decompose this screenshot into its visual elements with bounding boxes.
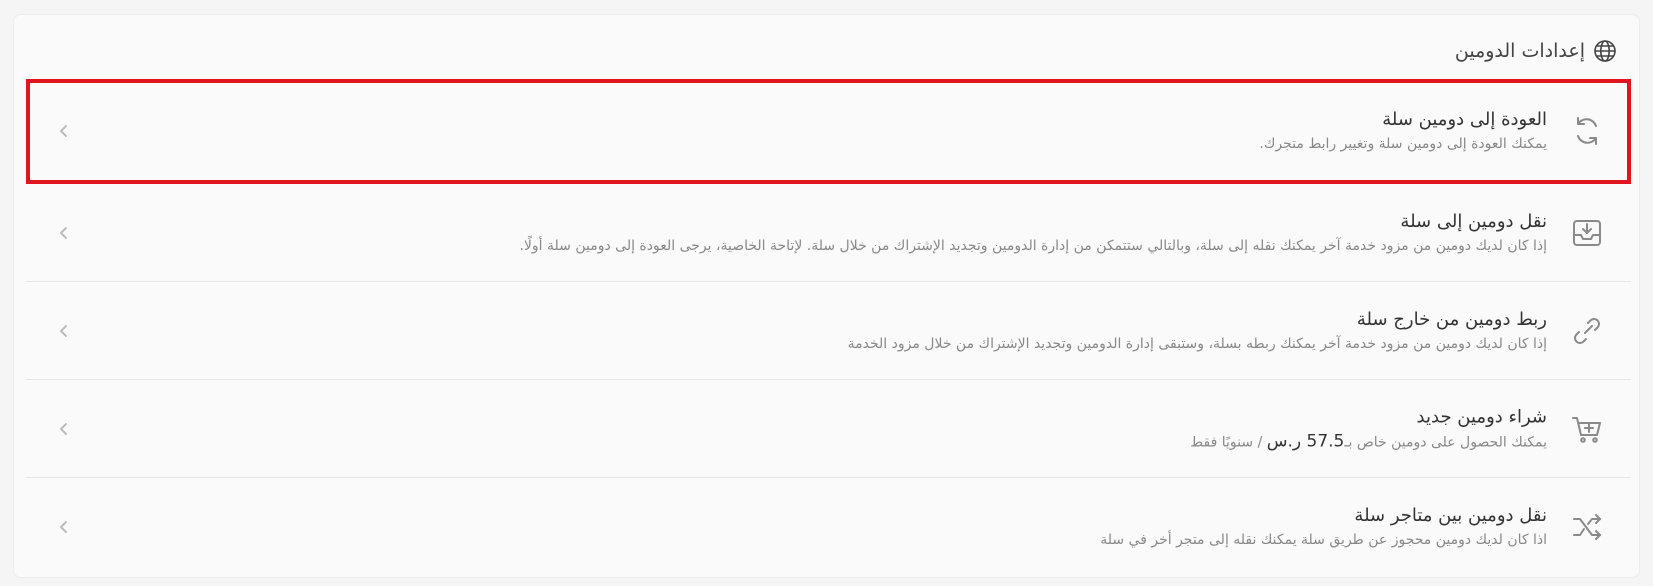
chevron-left-icon xyxy=(56,421,72,437)
option-text: نقل دومين بين متاجر سلة اذا كان لديك دوم… xyxy=(1100,503,1547,551)
price-prefix: يمكنك الحصول على دومين خاص بـ xyxy=(1344,434,1547,450)
card-header: إعدادات الدومين xyxy=(1455,37,1617,65)
option-title: شراء دومين جديد xyxy=(1416,406,1547,427)
chevron-left-icon xyxy=(56,519,72,535)
domain-options-list: العودة إلى دومين سلة يمكنك العودة إلى دو… xyxy=(26,79,1631,576)
option-description: يمكنك العودة إلى دومين سلة وتغيير رابط م… xyxy=(1259,136,1547,152)
chevron-left-icon xyxy=(56,323,72,339)
option-title: نقل دومين إلى سلة xyxy=(1400,210,1547,232)
option-description: اذا كان لديك دومين محجوز عن طريق سلة يمك… xyxy=(1100,532,1547,548)
option-return-to-salla-domain[interactable]: العودة إلى دومين سلة يمكنك العودة إلى دو… xyxy=(26,79,1631,184)
option-text: ربط دومين من خارج سلة إذا كان لديك دومين… xyxy=(848,307,1547,355)
cart-plus-icon xyxy=(1569,411,1605,447)
page-title: إعدادات الدومين xyxy=(1454,40,1585,62)
shuffle-icon xyxy=(1569,509,1605,545)
option-description: يمكنك الحصول على دومين خاص بـ57.5 ر.س / … xyxy=(1190,430,1547,453)
option-title: نقل دومين بين متاجر سلة xyxy=(1354,505,1547,526)
option-text: العودة إلى دومين سلة يمكنك العودة إلى دو… xyxy=(1259,107,1547,155)
option-text: نقل دومين إلى سلة إذا كان لديك دومين من … xyxy=(519,209,1547,257)
price-suffix: / سنويًا فقط xyxy=(1190,434,1267,450)
option-connect-external-domain[interactable]: ربط دومين من خارج سلة إذا كان لديك دومين… xyxy=(26,282,1631,380)
refresh-icon xyxy=(1569,113,1605,149)
option-description: إذا كان لديك دومين من مزود خدمة آخر يمكن… xyxy=(847,335,1547,352)
globe-icon xyxy=(1593,39,1617,63)
option-text: شراء دومين جديد يمكنك الحصول على دومين خ… xyxy=(1190,404,1547,453)
option-title: العودة إلى دومين سلة xyxy=(1382,109,1547,130)
link-icon xyxy=(1569,313,1605,349)
option-transfer-between-stores[interactable]: نقل دومين بين متاجر سلة اذا كان لديك دوم… xyxy=(26,478,1631,576)
chevron-left-icon xyxy=(56,123,72,139)
price-value: 57.5 ر.س xyxy=(1266,431,1345,451)
chevron-left-icon xyxy=(56,225,72,241)
option-title: ربط دومين من خارج سلة xyxy=(1356,308,1547,330)
domain-settings-card: إعدادات الدومين العودة إلى دومين سلة يمك… xyxy=(13,14,1640,578)
option-transfer-domain-to-salla[interactable]: نقل دومين إلى سلة إذا كان لديك دومين من … xyxy=(26,184,1631,282)
option-description: إذا كان لديك دومين من مزود خدمة آخر يمكن… xyxy=(519,237,1547,254)
option-buy-new-domain[interactable]: شراء دومين جديد يمكنك الحصول على دومين خ… xyxy=(26,380,1631,478)
inbox-download-icon xyxy=(1569,215,1605,251)
